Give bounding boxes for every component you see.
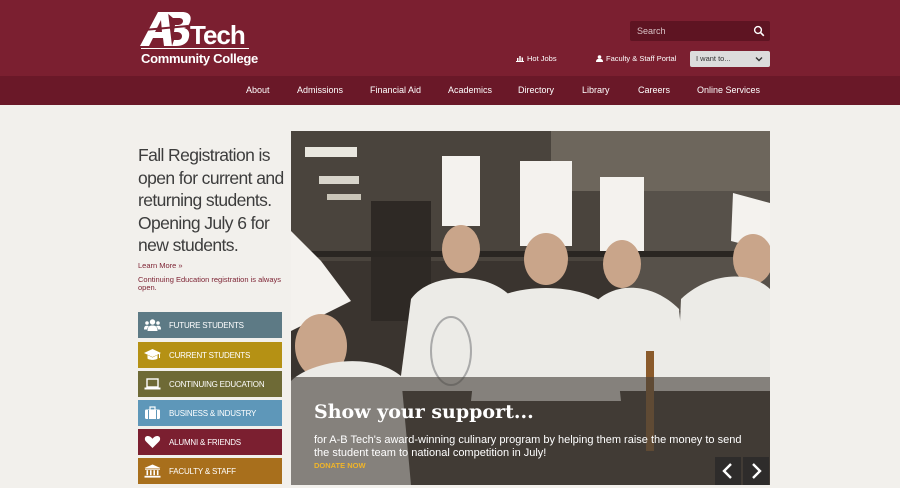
nav-directory[interactable]: Directory <box>518 76 554 105</box>
hero-slideshow: Show your support... for A-B Tech's awar… <box>291 131 770 485</box>
audience-label: FACULTY & STAFF <box>169 466 236 476</box>
promo-headline: Fall Registration is open for current an… <box>138 145 284 255</box>
site-header: Tech Community College Hot Jobs Faculty … <box>0 0 900 76</box>
chevron-down-icon <box>755 57 763 62</box>
slideshow-prev-button[interactable] <box>715 457 741 485</box>
laptop-icon <box>144 378 161 390</box>
chevron-right-icon <box>752 463 762 479</box>
registration-promo: Fall Registration is open for current an… <box>138 144 286 293</box>
briefcase-icon <box>145 406 160 419</box>
logo-rule <box>141 48 249 49</box>
faculty-portal-link[interactable]: Faculty & Staff Portal <box>596 54 676 63</box>
i-want-to-dropdown[interactable]: I want to... <box>690 51 770 67</box>
donate-now-link[interactable]: DONATE NOW <box>314 461 366 470</box>
group-icon <box>144 319 161 331</box>
audience-future-students[interactable]: FUTURE STUDENTS <box>138 312 282 338</box>
nav-library[interactable]: Library <box>582 76 610 105</box>
hot-jobs-label: Hot Jobs <box>527 54 557 63</box>
hero-caption: Show your support... for A-B Tech's awar… <box>291 377 770 485</box>
hero-body: for A-B Tech's award-winning culinary pr… <box>314 434 742 459</box>
audience-label: CONTINUING EDUCATION <box>169 379 265 389</box>
search-box <box>630 21 770 41</box>
logo-tech-text: Tech <box>190 20 246 50</box>
nav-careers[interactable]: Careers <box>638 76 670 105</box>
search-icon[interactable] <box>753 25 765 37</box>
bar-chart-icon <box>516 56 524 62</box>
college-logo[interactable]: Tech Community College <box>138 8 258 70</box>
slideshow-next-button[interactable] <box>743 457 769 485</box>
audience-label: FUTURE STUDENTS <box>169 320 244 330</box>
audience-business-industry[interactable]: BUSINESS & INDUSTRY <box>138 400 282 426</box>
audience-current-students[interactable]: CURRENT STUDENTS <box>138 342 282 368</box>
nav-admissions[interactable]: Admissions <box>297 76 343 105</box>
audience-label: BUSINESS & INDUSTRY <box>169 408 257 418</box>
logo-subtitle: Community College <box>141 51 258 66</box>
faculty-portal-label: Faculty & Staff Portal <box>606 54 677 63</box>
audience-label: CURRENT STUDENTS <box>169 350 251 360</box>
search-input[interactable] <box>630 21 750 41</box>
audience-alumni-friends[interactable]: ALUMNI & FRIENDS <box>138 429 282 455</box>
i-want-to-label: I want to... <box>696 54 731 63</box>
nav-academics[interactable]: Academics <box>448 76 492 105</box>
audience-faculty-staff[interactable]: FACULTY & STAFF <box>138 458 282 484</box>
heart-icon <box>144 435 161 448</box>
continuing-ed-note: Continuing Education registration is alw… <box>138 274 281 292</box>
learn-more-link[interactable]: Learn More » <box>138 261 286 270</box>
user-icon <box>596 55 603 62</box>
audience-label: ALUMNI & FRIENDS <box>169 437 241 447</box>
nav-financial-aid[interactable]: Financial Aid <box>370 76 421 105</box>
main-navigation: About Admissions Financial Aid Academics… <box>0 76 900 105</box>
audience-continuing-education[interactable]: CONTINUING EDUCATION <box>138 371 282 397</box>
nav-about[interactable]: About <box>246 76 270 105</box>
ab-logo-mark <box>140 12 191 46</box>
hero-title: Show your support... <box>314 401 534 423</box>
hot-jobs-link[interactable]: Hot Jobs <box>516 54 557 63</box>
graduation-cap-icon <box>144 349 161 360</box>
chevron-left-icon <box>722 463 732 479</box>
institution-icon <box>144 464 161 478</box>
nav-online-services[interactable]: Online Services <box>697 76 760 105</box>
